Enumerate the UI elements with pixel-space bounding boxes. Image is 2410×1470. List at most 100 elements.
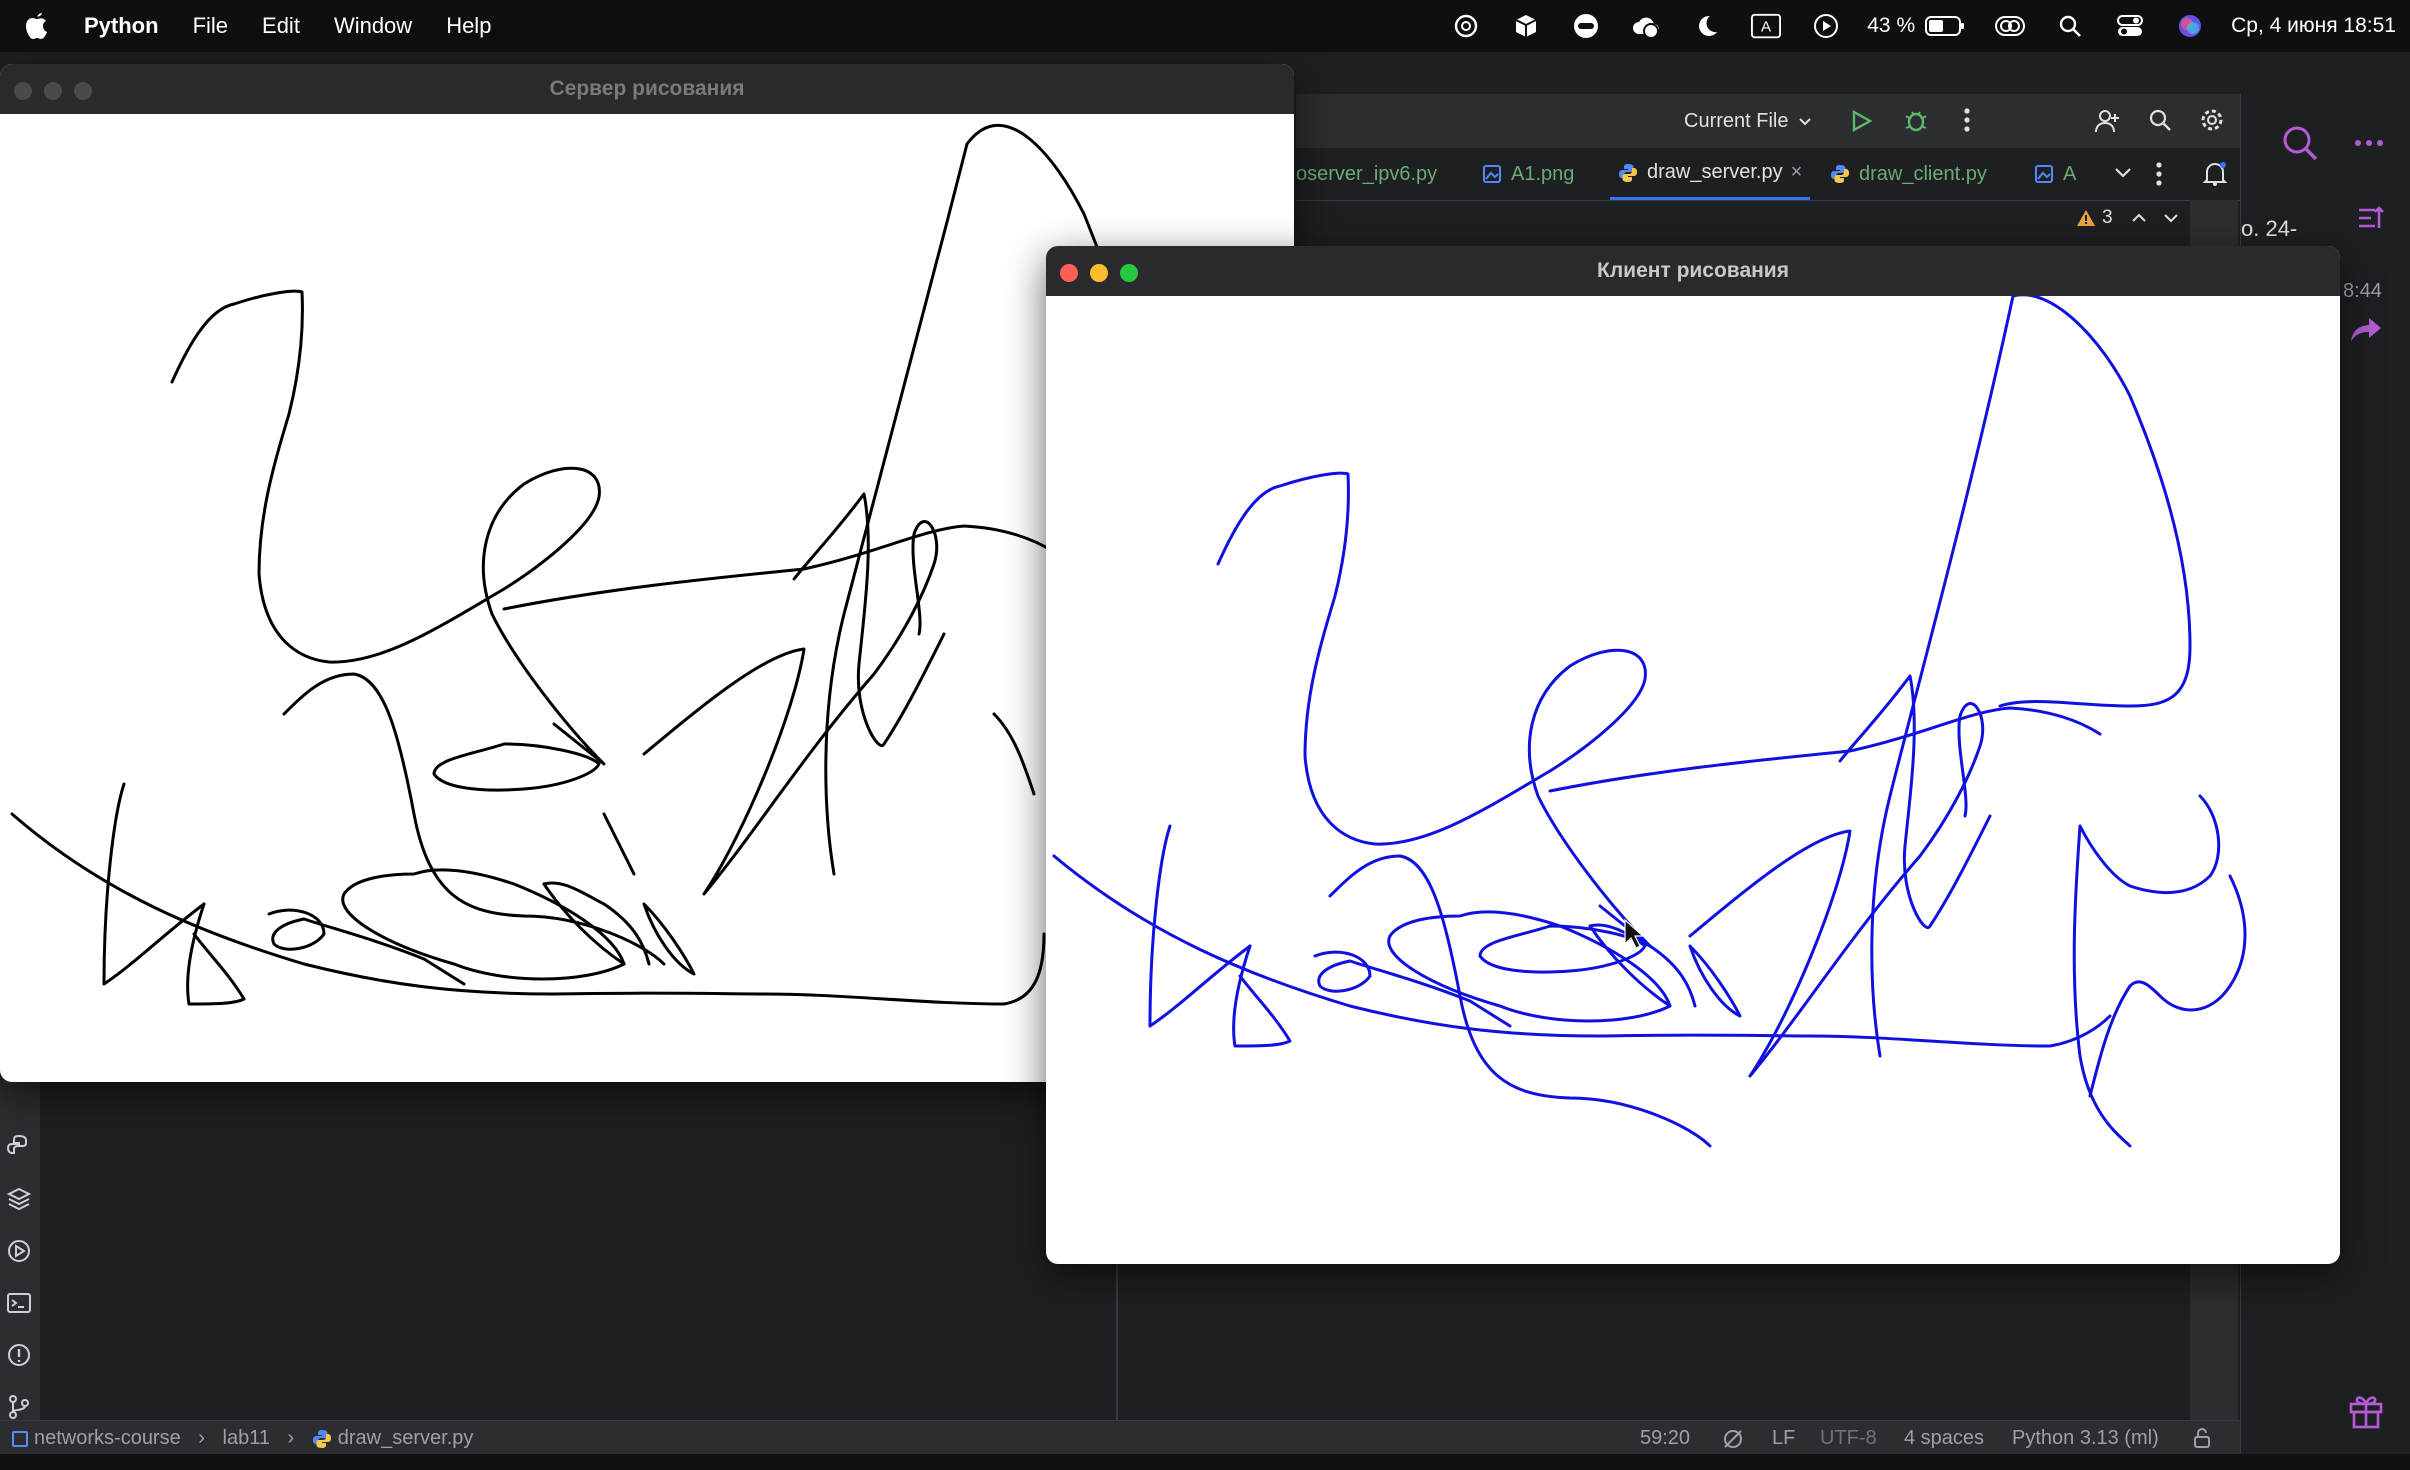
- python-console-icon[interactable]: [6, 1134, 32, 1160]
- layers-icon[interactable]: [6, 1186, 32, 1212]
- menu-window[interactable]: Window: [334, 13, 412, 39]
- debug-icon[interactable]: [1902, 106, 1930, 134]
- window-titlebar[interactable]: Сервер рисования: [0, 64, 1294, 114]
- window-titlebar[interactable]: Клиент рисования: [1046, 246, 2340, 296]
- run-icon[interactable]: [1848, 108, 1874, 134]
- tab-label: A: [2063, 162, 2077, 185]
- tab-label: draw_client.py: [1859, 162, 1987, 185]
- status-bar: networks-course › lab11 › draw_server.py…: [0, 1420, 2240, 1455]
- tab-a1-png[interactable]: A1.png: [1482, 148, 1574, 200]
- add-user-icon[interactable]: [2094, 108, 2120, 134]
- zoom-button[interactable]: [74, 82, 92, 100]
- screen-mirroring-icon[interactable]: [1995, 11, 2026, 41]
- more-options-icon[interactable]: [2353, 138, 2385, 148]
- tab-draw-server[interactable]: draw_server.py ×: [1610, 148, 1811, 200]
- close-button[interactable]: [1060, 264, 1078, 282]
- caret-position[interactable]: 59:20: [1640, 1421, 1690, 1455]
- app-menu[interactable]: Python: [84, 13, 159, 39]
- editor-tabs: oserver_ipv6.py A1.png draw_server.py × …: [1296, 148, 2240, 201]
- tab-draw-client[interactable]: draw_client.py: [1830, 148, 1987, 200]
- breadcrumb-separator: ›: [198, 1427, 205, 1449]
- now-playing-icon[interactable]: [1811, 11, 1841, 41]
- chevron-up-icon[interactable]: [2131, 212, 2147, 224]
- spotlight-search-icon[interactable]: [2055, 11, 2085, 41]
- line-separator[interactable]: LF: [1772, 1421, 1795, 1455]
- python-file-icon: [312, 1429, 331, 1448]
- minimize-button[interactable]: [44, 82, 62, 100]
- server-strokes: [10, 123, 1126, 1006]
- ide-toolbar: Current File: [1296, 94, 2240, 148]
- services-icon[interactable]: [6, 1238, 32, 1264]
- image-file-icon: [2035, 165, 2053, 183]
- python-file-icon: [1619, 163, 1637, 182]
- close-icon[interactable]: ×: [1791, 161, 1803, 184]
- breadcrumb: networks-course › lab11 › draw_server.py: [12, 1421, 473, 1455]
- tab-label: draw_server.py: [1647, 161, 1783, 183]
- tabs-dropdown-icon[interactable]: [2114, 166, 2132, 180]
- image-file-icon: [1483, 165, 1501, 183]
- chevron-down-icon[interactable]: [2163, 212, 2179, 224]
- panel-text-date: о. 24-: [2241, 216, 2298, 241]
- run-config-selector[interactable]: Current File: [1684, 94, 1812, 148]
- breadcrumb-folder[interactable]: lab11: [223, 1427, 270, 1449]
- control-center-icon[interactable]: [2115, 11, 2145, 41]
- more-actions-icon[interactable]: [1962, 106, 1972, 134]
- siri-icon[interactable]: [2175, 11, 2205, 41]
- python-interpreter[interactable]: Python 3.13 (ml): [2012, 1421, 2159, 1455]
- breadcrumb-separator: ›: [287, 1427, 295, 1449]
- battery-icon[interactable]: [1925, 11, 1965, 41]
- tab-label: A1.png: [1511, 162, 1575, 185]
- tab-a-truncated[interactable]: A: [2034, 148, 2076, 200]
- notifications-bell-icon[interactable]: [2202, 160, 2228, 188]
- clock[interactable]: Ср, 4 июня 18:51: [2231, 14, 2396, 38]
- breadcrumb-project[interactable]: networks-course: [34, 1427, 181, 1449]
- inspection-widget[interactable]: 3: [2076, 204, 2179, 232]
- menu-edit[interactable]: Edit: [262, 13, 300, 39]
- settings-gear-icon[interactable]: [2198, 106, 2226, 134]
- window-title: Сервер рисования: [549, 77, 745, 100]
- close-button[interactable]: [14, 82, 32, 100]
- pin-icon[interactable]: [2355, 202, 2389, 236]
- file-encoding[interactable]: UTF-8: [1820, 1421, 1877, 1455]
- vpn-icon[interactable]: [1571, 11, 1601, 41]
- share-arrow-icon[interactable]: [2349, 314, 2383, 344]
- breadcrumb-file[interactable]: draw_server.py: [338, 1427, 474, 1449]
- battery-percent: 43 %: [1867, 14, 1916, 37]
- warnings-count: 3: [2102, 207, 2113, 228]
- lock-icon[interactable]: [2192, 1427, 2214, 1449]
- menu-file[interactable]: File: [193, 13, 228, 39]
- client-strokes: [1052, 296, 2247, 1148]
- search-icon[interactable]: [2148, 108, 2172, 132]
- desktop-edge: [0, 1454, 2410, 1470]
- tool-window-strip: [0, 1080, 40, 1420]
- chatgpt-icon[interactable]: [1451, 11, 1481, 41]
- cube-app-icon[interactable]: [1511, 11, 1541, 41]
- tab-oserver-ipv6[interactable]: oserver_ipv6.py: [1296, 148, 1437, 200]
- zoom-button[interactable]: [1120, 264, 1138, 282]
- git-branch-icon[interactable]: [6, 1394, 32, 1420]
- svg-text:A: A: [1761, 19, 1771, 36]
- python-file-icon: [1831, 165, 1849, 183]
- input-source-icon[interactable]: A: [1751, 11, 1782, 41]
- minimize-button[interactable]: [1090, 264, 1108, 282]
- indent-settings[interactable]: 4 spaces: [1904, 1421, 1984, 1455]
- panel-text-time: 8:44: [2343, 280, 2382, 302]
- menu-bar: Python File Edit Window Help A 43 % Ср, …: [0, 0, 2410, 52]
- window-title: Клиент рисования: [1597, 259, 1789, 282]
- client-drawing-window[interactable]: Клиент рисования: [1046, 246, 2340, 1264]
- apple-menu-icon[interactable]: [24, 11, 50, 41]
- project-icon: [12, 1430, 28, 1447]
- do-not-disturb-icon[interactable]: [1691, 11, 1721, 41]
- warning-icon: [2077, 210, 2095, 226]
- tabs-more-icon[interactable]: [2154, 160, 2164, 188]
- search-icon[interactable]: [2281, 124, 2319, 162]
- chevron-down-icon: [1799, 118, 1811, 126]
- client-canvas[interactable]: [1050, 296, 2336, 1260]
- no-ai-icon[interactable]: [1722, 1428, 1744, 1450]
- cloud-badge-icon[interactable]: [1631, 11, 1661, 41]
- terminal-icon[interactable]: [6, 1290, 32, 1316]
- tab-label: oserver_ipv6.py: [1296, 162, 1438, 185]
- gift-icon[interactable]: [2347, 1392, 2385, 1430]
- menu-help[interactable]: Help: [446, 13, 491, 39]
- problems-icon[interactable]: [6, 1342, 32, 1368]
